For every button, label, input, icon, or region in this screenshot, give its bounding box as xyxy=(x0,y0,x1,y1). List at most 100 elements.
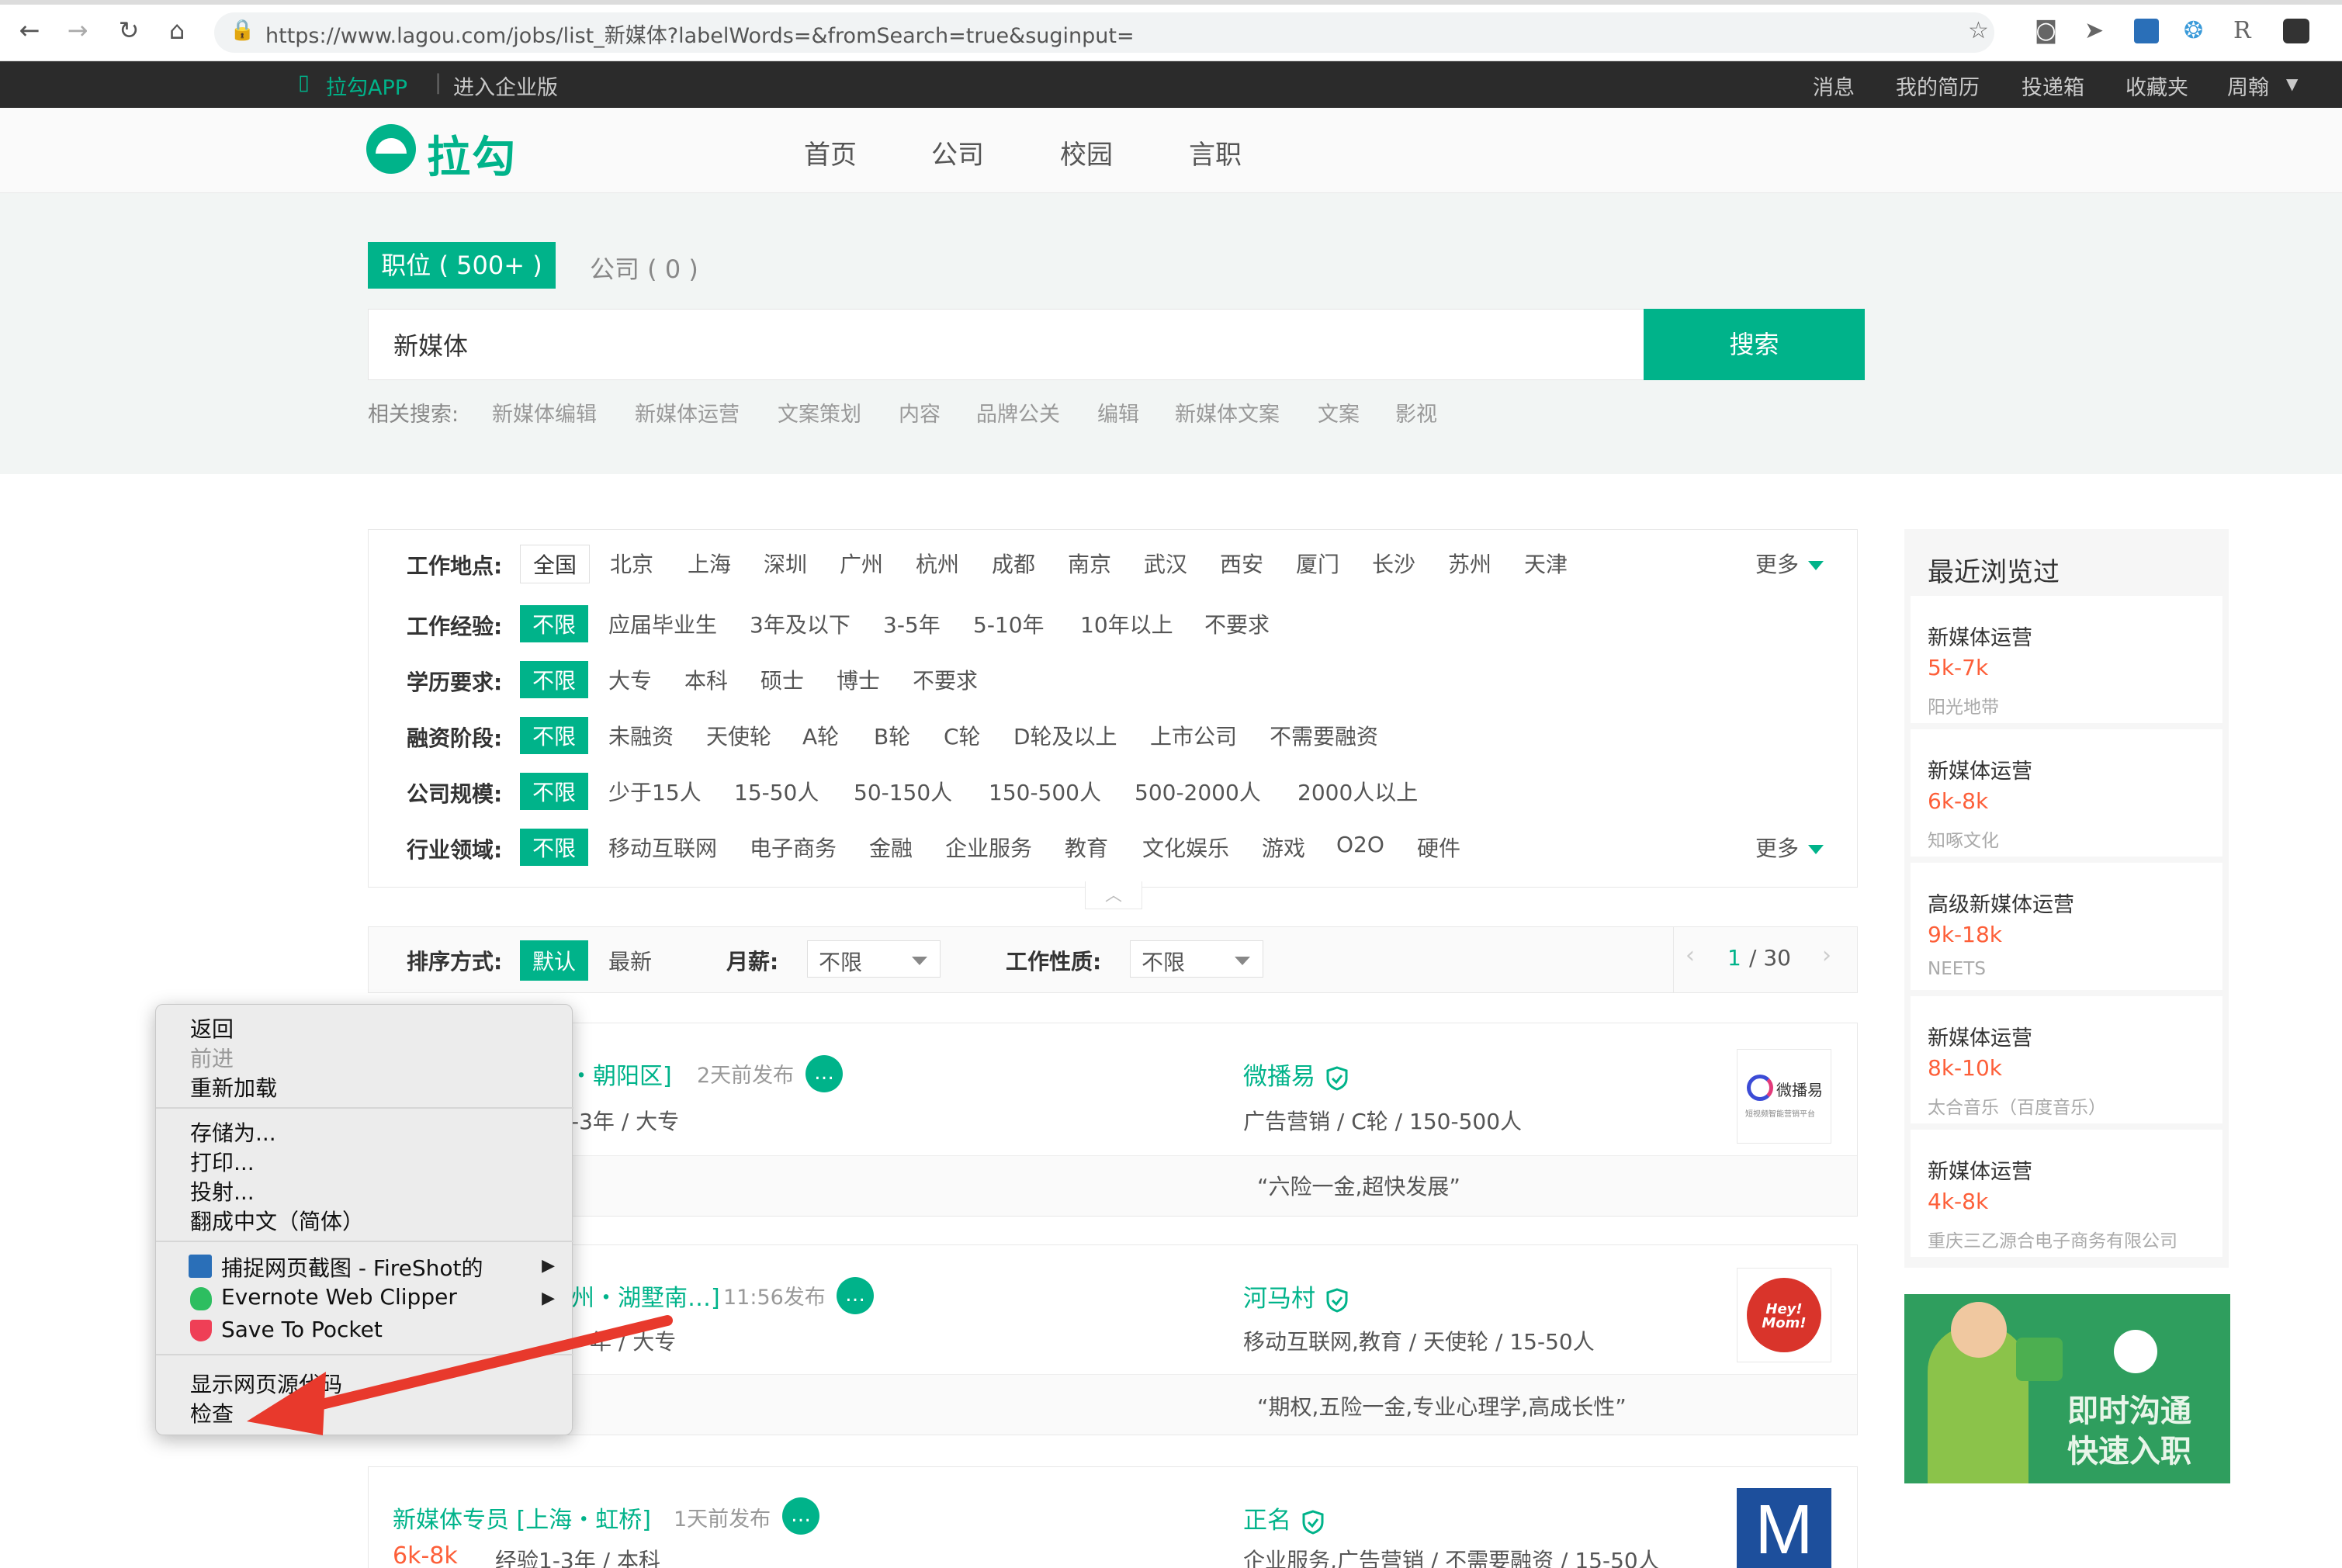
job-title[interactable]: 州・湖墅南…] xyxy=(571,1279,720,1313)
related-search-link[interactable]: 影视 xyxy=(1395,397,1437,427)
chat-icon[interactable]: … xyxy=(805,1055,843,1092)
my-resume-link[interactable]: 我的简历 xyxy=(1896,71,1980,101)
bookmark-star-icon[interactable]: ☆ xyxy=(1968,17,1989,44)
chat-icon[interactable]: … xyxy=(782,1497,819,1535)
recent-job-title[interactable]: 新媒体运营 xyxy=(1928,621,2032,651)
company-name[interactable]: 微播易 xyxy=(1243,1057,1348,1092)
industry-option[interactable]: 不限 xyxy=(520,829,589,866)
nav-company[interactable]: 公司 xyxy=(931,133,984,171)
menu-item-translate[interactable]: 翻成中文（简体） xyxy=(190,1205,364,1236)
education-option[interactable]: 本科 xyxy=(672,661,740,698)
industry-option[interactable]: 文化娱乐 xyxy=(1130,829,1242,866)
camera-extension-icon[interactable]: ◙ xyxy=(2035,17,2057,44)
education-option[interactable]: 不限 xyxy=(520,661,589,698)
company-name[interactable]: 正名 xyxy=(1243,1501,1324,1535)
location-option[interactable]: 武汉 xyxy=(1131,545,1200,582)
industry-more-button[interactable]: 更多 xyxy=(1755,832,1824,863)
reload-icon[interactable]: ↻ xyxy=(113,16,144,45)
search-input[interactable] xyxy=(368,309,1644,380)
logo-text[interactable]: 拉勾 xyxy=(427,123,517,185)
ad-banner[interactable]: 即时沟通 快速入职 xyxy=(1904,1294,2230,1483)
user-menu[interactable]: 周翰 xyxy=(2227,71,2269,101)
job-title[interactable]: 新媒体专员 [上海・虹桥] xyxy=(393,1501,651,1535)
chevron-down-icon[interactable]: ▼ xyxy=(2286,74,2298,93)
size-option[interactable]: 不限 xyxy=(520,773,589,810)
related-search-link[interactable]: 新媒体编辑 xyxy=(492,397,597,427)
chat-icon[interactable]: … xyxy=(837,1277,874,1314)
experience-option[interactable]: 应届毕业生 xyxy=(596,605,729,642)
funding-option[interactable]: C轮 xyxy=(931,717,993,754)
menu-item-cast[interactable]: 投射... xyxy=(190,1175,255,1206)
education-option[interactable]: 硕士 xyxy=(748,661,816,698)
funding-option[interactable]: 不需要融资 xyxy=(1257,717,1391,754)
location-option[interactable]: 深圳 xyxy=(751,545,819,582)
collapse-filters-button[interactable]: ︿ xyxy=(1085,881,1142,909)
funding-option[interactable]: B轮 xyxy=(861,717,923,754)
size-option[interactable]: 15-50人 xyxy=(722,773,831,810)
menu-item-pocket[interactable]: Save To Pocket xyxy=(221,1317,383,1342)
menu-item-save-as[interactable]: 存储为... xyxy=(190,1116,276,1147)
size-option[interactable]: 2000人以上 xyxy=(1285,773,1430,810)
sort-newest[interactable]: 最新 xyxy=(596,940,664,981)
experience-option[interactable]: 3年及以下 xyxy=(737,605,863,642)
nav-home[interactable]: 首页 xyxy=(804,133,857,171)
menu-item-view-source[interactable]: 显示网页源代码 xyxy=(190,1368,342,1399)
funding-option[interactable]: 天使轮 xyxy=(694,717,784,754)
back-arrow-icon[interactable]: ← xyxy=(14,16,45,45)
location-option[interactable]: 厦门 xyxy=(1284,545,1352,582)
related-search-link[interactable]: 文案策划 xyxy=(778,397,861,427)
location-option[interactable]: 全国 xyxy=(520,545,591,583)
industry-option[interactable]: O2O xyxy=(1324,829,1397,860)
tab-companies[interactable]: 公司 ( 0 ) xyxy=(590,250,698,286)
industry-option[interactable]: 移动互联网 xyxy=(596,829,729,866)
size-option[interactable]: 50-150人 xyxy=(841,773,965,810)
pocket-extension-icon[interactable] xyxy=(2283,19,2309,43)
funding-option[interactable]: D轮及以上 xyxy=(1001,717,1130,754)
favorites-link[interactable]: 收藏夹 xyxy=(2125,71,2188,101)
company-name[interactable]: 河马村 xyxy=(1243,1279,1348,1314)
funding-option[interactable]: 不限 xyxy=(520,717,589,754)
menu-item-back[interactable]: 返回 xyxy=(190,1012,234,1044)
related-search-link[interactable]: 品牌公关 xyxy=(976,397,1060,427)
enterprise-link[interactable]: 进入企业版 xyxy=(453,71,558,101)
experience-option[interactable]: 5-10年 xyxy=(961,605,1057,642)
delivery-box-link[interactable]: 投递箱 xyxy=(2022,71,2084,101)
industry-option[interactable]: 硬件 xyxy=(1405,829,1473,866)
company-logo[interactable]: M xyxy=(1737,1488,1831,1568)
related-search-link[interactable]: 文案 xyxy=(1318,397,1360,427)
location-option[interactable]: 广州 xyxy=(827,545,896,582)
company-logo[interactable]: 微播易 短视频智能营销平台 xyxy=(1737,1049,1831,1144)
location-option[interactable]: 长沙 xyxy=(1360,545,1428,582)
location-option[interactable]: 西安 xyxy=(1207,545,1276,582)
recent-job-title[interactable]: 新媒体运营 xyxy=(1928,1021,2032,1051)
location-option[interactable]: 杭州 xyxy=(903,545,972,582)
education-option[interactable]: 大专 xyxy=(596,661,664,698)
industry-option[interactable]: 金融 xyxy=(857,829,925,866)
experience-option[interactable]: 3-5年 xyxy=(871,605,953,642)
industry-option[interactable]: 教育 xyxy=(1052,829,1121,866)
size-option[interactable]: 少于15人 xyxy=(596,773,714,810)
experience-option[interactable]: 不要求 xyxy=(1192,605,1282,642)
next-page-icon[interactable]: › xyxy=(1822,942,1831,969)
location-option[interactable]: 成都 xyxy=(979,545,1048,582)
menu-item-reload[interactable]: 重新加载 xyxy=(190,1071,277,1102)
funding-option[interactable]: 未融资 xyxy=(596,717,686,754)
salary-select[interactable]: 不限 xyxy=(807,940,941,978)
recent-job-title[interactable]: 新媒体运营 xyxy=(1928,754,2032,784)
search-button[interactable]: 搜索 xyxy=(1644,309,1865,380)
messages-link[interactable]: 消息 xyxy=(1813,71,1855,101)
location-option[interactable]: 上海 xyxy=(675,545,743,582)
experience-option[interactable]: 10年以上 xyxy=(1068,605,1186,642)
related-search-link[interactable]: 新媒体文案 xyxy=(1175,397,1280,427)
forward-arrow-icon[interactable]: → xyxy=(62,16,93,45)
company-logo[interactable]: Hey! Mom! xyxy=(1737,1268,1831,1362)
funding-option[interactable]: 上市公司 xyxy=(1138,717,1249,754)
recent-job-title[interactable]: 新媒体运营 xyxy=(1928,1154,2032,1185)
nav-yanzhi[interactable]: 言职 xyxy=(1189,133,1242,171)
globe-extension-icon[interactable]: ❂ xyxy=(2184,17,2203,44)
recent-job-title[interactable]: 高级新媒体运营 xyxy=(1928,888,2074,918)
url-text[interactable]: https://www.lagou.com/jobs/list_新媒体?labe… xyxy=(265,19,1135,49)
size-option[interactable]: 150-500人 xyxy=(976,773,1114,810)
related-search-link[interactable]: 内容 xyxy=(899,397,941,427)
prev-page-icon[interactable]: ‹ xyxy=(1685,942,1695,969)
